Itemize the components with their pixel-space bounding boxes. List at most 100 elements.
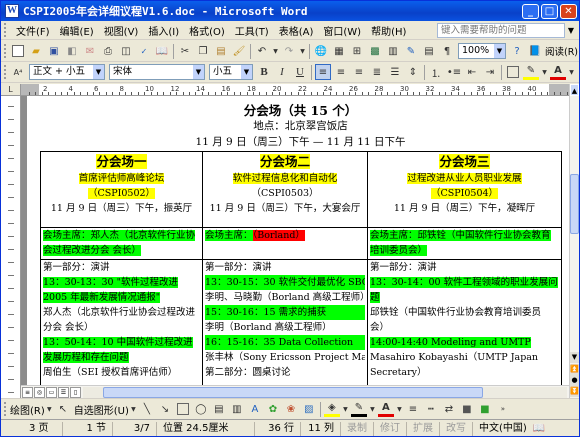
scroll-up-icon[interactable]: ▲ <box>570 84 579 96</box>
scroll-thumb[interactable] <box>570 174 579 234</box>
justify-icon[interactable]: ≣ <box>369 64 385 80</box>
save-icon[interactable]: ▣ <box>46 43 62 59</box>
font-color-dropdown-icon[interactable]: ▼ <box>568 64 575 80</box>
show-hide-icon[interactable]: ¶ <box>439 43 455 59</box>
line-color-dropdown-icon[interactable]: ▼ <box>369 401 376 417</box>
highlight-dropdown-icon[interactable]: ▼ <box>541 64 548 80</box>
toolbar-grip[interactable] <box>4 402 7 416</box>
text-box-icon[interactable]: ▤ <box>211 401 227 417</box>
venue-3-header[interactable]: 分会场三 过程改进从业人员职业发展 （CSPI0504） 11 月 9 日（周三… <box>367 151 562 228</box>
bold-button[interactable]: B <box>256 64 272 80</box>
outline-view-icon[interactable]: ☰ <box>58 386 69 398</box>
read-mode-label[interactable]: 阅读(R) <box>545 44 578 58</box>
menu-help[interactable]: 帮助(H) <box>366 23 411 38</box>
title-bar[interactable]: W CSPI2005年会详细议程V1.6.doc - Microsoft Wor… <box>1 1 579 21</box>
next-page-icon[interactable]: ⏬ <box>570 386 579 397</box>
draw-font-color-dropdown-icon[interactable]: ▼ <box>396 401 403 417</box>
horizontal-ruler[interactable]: 2 4 6 8 10 12 14 16 18 20 22 24 26 28 30 32 34 36 38 40 <box>21 84 569 96</box>
tables-borders-icon[interactable]: ▦ <box>331 43 347 59</box>
line-spacing-icon[interactable]: ⇕ <box>405 64 421 80</box>
clip-art-icon[interactable]: ❀ <box>283 401 299 417</box>
draw-dropdown-icon[interactable]: ▼ <box>46 401 53 417</box>
venue-1-chair[interactable]: 会场主席：郑人杰（北京软件行业协会过程改进分会 会长） <box>40 227 203 260</box>
align-right-icon[interactable]: ≡ <box>351 64 367 80</box>
3d-style-icon[interactable]: ■ <box>477 401 493 417</box>
columns-icon[interactable]: ▥ <box>385 43 401 59</box>
document-map-icon[interactable]: ▤ <box>421 43 437 59</box>
cut-icon[interactable]: ✂ <box>177 43 193 59</box>
diagram-icon[interactable]: ✿ <box>265 401 281 417</box>
document-area[interactable]: 分会场（共 15 个） 地点：北京翠宫饭店 11 月 9 日（周三）下午 — 1… <box>21 96 569 398</box>
venue-2-program[interactable]: 第一部分：演讲 13：30-15：30 软件交付最优化 SBO 李明、马晓勤（B… <box>202 259 368 398</box>
hscroll-track[interactable] <box>83 386 567 398</box>
arrow-icon[interactable]: ↘ <box>157 401 173 417</box>
reading-view-icon[interactable]: ▯ <box>70 386 81 398</box>
help-icon[interactable]: ? <box>509 43 525 59</box>
horizontal-scrollbar[interactable]: ≡ ◎ ▭ ☰ ▯ <box>21 385 569 398</box>
wordart-icon[interactable]: A <box>247 401 263 417</box>
menu-view[interactable]: 视图(V) <box>99 23 144 38</box>
line-icon[interactable]: ╲ <box>139 401 155 417</box>
word-app-icon[interactable]: W <box>5 4 19 18</box>
venue-3-program[interactable]: 第一部分：演讲 13：30-14：00 软件工程领域的职业发展问题 邱铁铨（中国… <box>367 259 562 398</box>
line-style-icon[interactable]: ≡ <box>405 401 421 417</box>
draw-menu-button[interactable]: 绘图(R) <box>10 402 45 417</box>
menu-file[interactable]: 文件(F) <box>11 23 55 38</box>
web-view-icon[interactable]: ◎ <box>34 386 45 398</box>
menu-edit[interactable]: 编辑(E) <box>55 23 99 38</box>
open-folder-icon[interactable]: ▰ <box>28 43 44 59</box>
fill-dropdown-icon[interactable]: ▼ <box>342 401 349 417</box>
zoom-dropdown-icon[interactable]: ▼ <box>494 44 505 58</box>
close-button[interactable]: ✕ <box>560 3 577 19</box>
arrow-style-icon[interactable]: ⇄ <box>441 401 457 417</box>
line-color-icon[interactable]: ✎ <box>350 401 367 417</box>
font-size-dropdown-icon[interactable]: ▼ <box>241 65 252 79</box>
research-icon[interactable]: 📖 <box>154 43 170 59</box>
minimize-button[interactable]: _ <box>522 3 539 19</box>
increase-indent-icon[interactable]: ⇥ <box>482 64 498 80</box>
print-view-icon[interactable]: ▭ <box>46 386 57 398</box>
align-left-icon[interactable]: ≡ <box>315 64 331 80</box>
status-rec[interactable]: 录制 <box>341 421 374 436</box>
status-language[interactable]: 中文(中国) <box>473 422 533 436</box>
undo-dropdown-icon[interactable]: ▼ <box>272 43 279 59</box>
toolbar-grip[interactable] <box>4 44 6 58</box>
bullets-icon[interactable]: •≡ <box>446 64 462 80</box>
drawing-icon[interactable]: ✎ <box>403 43 419 59</box>
autoshapes-dropdown-icon[interactable]: ▼ <box>130 401 137 417</box>
previous-page-icon[interactable]: ⏫ <box>570 364 579 375</box>
undo-icon[interactable]: ↶ <box>254 43 270 59</box>
hyperlink-icon[interactable]: 🌐 <box>313 43 329 59</box>
print-preview-icon[interactable]: ◫ <box>118 43 134 59</box>
highlight-icon[interactable]: ✎ <box>523 64 539 80</box>
normal-view-icon[interactable]: ≡ <box>22 386 33 398</box>
venue-1-header[interactable]: 分会场一 首席评估师高峰论坛 （CSPI0502） 11 月 9 日（周三）下午… <box>40 151 203 228</box>
numbering-icon[interactable]: ⒈ <box>428 64 444 80</box>
maximize-button[interactable]: □ <box>541 3 558 19</box>
status-trk[interactable]: 修订 <box>374 421 407 436</box>
select-objects-icon[interactable]: ↖ <box>55 401 71 417</box>
align-center-icon[interactable]: ≡ <box>333 64 349 80</box>
insert-table-icon[interactable]: ⊞ <box>349 43 365 59</box>
draw-font-color-icon[interactable]: A <box>377 401 394 417</box>
menu-table[interactable]: 表格(A) <box>274 23 319 38</box>
menu-insert[interactable]: 插入(I) <box>143 23 184 38</box>
fill-color-icon[interactable]: ◈ <box>323 401 340 417</box>
venue-2-header[interactable]: 分会场二 软件过程信息化和自动化 （CSPI0503） 11 月 9 日（周三）… <box>202 151 368 228</box>
scroll-down-icon[interactable]: ▼ <box>570 352 579 363</box>
spelling-status-icon[interactable]: 📖 <box>533 423 545 434</box>
picture-icon[interactable]: ▨ <box>301 401 317 417</box>
font-dropdown-icon[interactable]: ▼ <box>193 65 204 79</box>
venue-2-chair[interactable]: 会场主席：（Borland） <box>202 227 368 260</box>
vertical-ruler[interactable] <box>1 96 21 398</box>
status-ext[interactable]: 扩展 <box>407 421 440 436</box>
document-content[interactable]: 分会场（共 15 个） 地点：北京翠宫饭店 11 月 9 日（周三）下午 — 1… <box>40 96 562 398</box>
document-page[interactable]: 分会场（共 15 个） 地点：北京翠宫饭店 11 月 9 日（周三）下午 — 1… <box>27 96 569 398</box>
vertical-scrollbar[interactable]: ▲ ▼ ⏫ ● ⏬ <box>569 84 579 398</box>
help-dropdown-icon[interactable]: ▼ <box>565 26 577 35</box>
email-icon[interactable]: ✉ <box>82 43 98 59</box>
menu-format[interactable]: 格式(O) <box>184 23 230 38</box>
vertical-text-box-icon[interactable]: ▥ <box>229 401 245 417</box>
select-browse-object-icon[interactable]: ● <box>570 375 579 386</box>
outside-border-icon[interactable] <box>505 64 521 80</box>
